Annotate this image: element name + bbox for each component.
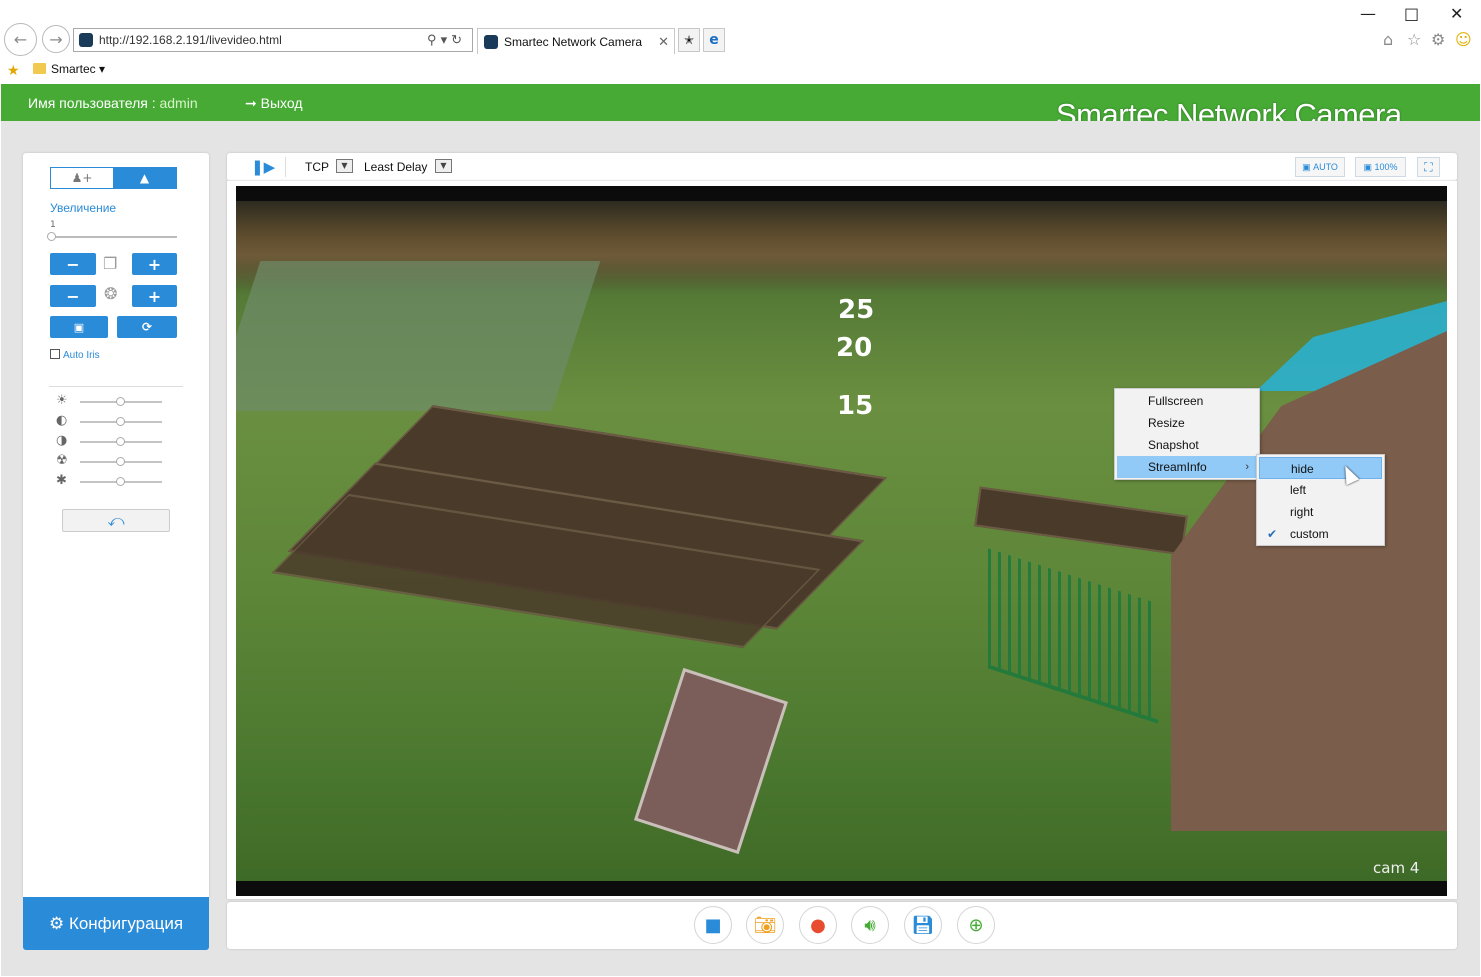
- contrast-slider[interactable]: ◐: [56, 413, 166, 429]
- close-tab-icon[interactable]: ✕: [658, 34, 669, 50]
- folder-icon: [33, 63, 46, 74]
- new-tab-button[interactable]: ✭: [678, 28, 700, 52]
- submenu-item-right[interactable]: right: [1259, 501, 1382, 523]
- edge-icon[interactable]: e: [703, 28, 725, 52]
- actual-size-button[interactable]: ▣ 100%: [1355, 157, 1406, 177]
- garden-bed: [974, 486, 1188, 556]
- home-icon[interactable]: ⌂: [1383, 30, 1393, 49]
- brightness-icon: ☀: [56, 393, 68, 408]
- focus-area-button[interactable]: ▣: [50, 316, 108, 338]
- focus-plus-button[interactable]: +: [132, 285, 177, 307]
- ptz-user-tab[interactable]: ♟+: [51, 168, 114, 188]
- forward-button[interactable]: →: [42, 25, 70, 53]
- search-refresh-icon[interactable]: ⚲▾↻: [427, 32, 466, 48]
- maximize-icon[interactable]: □: [1404, 4, 1419, 23]
- user-label: Имя пользователя : admin: [28, 95, 198, 111]
- save-disk-icon[interactable]: 💾︎: [904, 906, 942, 944]
- ptz-tabs: ♟+ ▲: [50, 167, 177, 189]
- menu-item-resize[interactable]: Resize: [1117, 412, 1257, 434]
- play-icon[interactable]: ❚▶: [251, 158, 275, 176]
- video-toolbar: ❚▶ TCP ▼ Least Delay ▼ ▣ AUTO ▣ 100% ⛶: [227, 153, 1457, 181]
- favorites-folder[interactable]: Smartec ▾: [51, 62, 105, 76]
- audio-speaker-icon[interactable]: 🔊︎: [851, 906, 889, 944]
- address-url: http://192.168.2.191/livevideo.html: [99, 33, 282, 47]
- minimize-icon[interactable]: —: [1360, 4, 1376, 23]
- streaminfo-submenu: hide left right ✔ custom: [1256, 454, 1385, 546]
- protocol-label: TCP: [305, 160, 329, 174]
- sharpness-icon: ✱: [56, 473, 67, 488]
- toolbar-separator: [285, 157, 286, 177]
- browser-tab[interactable]: Smartec Network Camera ✕: [477, 28, 675, 54]
- delay-select-icon[interactable]: ▼: [435, 159, 452, 173]
- zoom-window-icon: ❐: [103, 254, 118, 273]
- smiley-icon[interactable]: ☺: [1455, 30, 1472, 49]
- tab-favicon-icon: [484, 34, 498, 49]
- favorites-star-icon[interactable]: ☆: [1407, 30, 1421, 49]
- zoom-in-button[interactable]: +: [132, 253, 177, 275]
- zoom-slider-track[interactable]: [50, 236, 177, 238]
- digital-zoom-icon[interactable]: ⊕: [957, 906, 995, 944]
- zoom-slider-handle[interactable]: [47, 232, 56, 241]
- settings-gear-icon[interactable]: ⚙: [1431, 30, 1445, 49]
- auto-size-button[interactable]: ▣ AUTO: [1295, 157, 1345, 177]
- ptz-light-tab[interactable]: ▲: [113, 168, 176, 188]
- record-video-icon[interactable]: ●: [799, 906, 837, 944]
- one-push-focus-button[interactable]: ⟳: [117, 316, 177, 338]
- sharpness-slider[interactable]: ✱: [56, 473, 166, 489]
- zoom-out-button[interactable]: −: [50, 253, 96, 275]
- frost-patch: [236, 261, 601, 411]
- logout-link[interactable]: ➞ Выход: [245, 95, 303, 112]
- back-button[interactable]: ←: [4, 23, 37, 56]
- snapshot-camera-icon[interactable]: 📷︎: [746, 906, 784, 944]
- app-header: Имя пользователя : admin ➞ Выход Smartec…: [1, 84, 1480, 132]
- auto-iris-checkbox[interactable]: Auto Iris: [50, 349, 100, 361]
- favorites-bar: ★ Smartec ▾: [0, 58, 1481, 82]
- submenu-arrow-icon: ›: [1245, 461, 1249, 473]
- brightness-slider[interactable]: ☀: [56, 393, 166, 409]
- context-menu: Fullscreen Resize Snapshot StreamInfo ›: [1114, 388, 1260, 480]
- close-window-icon[interactable]: ✕: [1450, 4, 1463, 23]
- address-bar[interactable]: http://192.168.2.191/livevideo.html ⚲▾↻: [73, 28, 473, 52]
- camera-label: cam 4: [1373, 859, 1420, 877]
- stop-icon[interactable]: ■: [694, 906, 732, 944]
- zoom-value: 1: [50, 220, 56, 230]
- submenu-item-hide[interactable]: hide: [1259, 457, 1382, 479]
- osd-number: 15: [837, 391, 874, 421]
- osd-number: 25: [838, 295, 875, 325]
- fullscreen-icon[interactable]: ⛶: [1417, 157, 1440, 177]
- tab-title: Smartec Network Camera: [504, 34, 643, 49]
- focus-minus-button[interactable]: −: [50, 285, 96, 307]
- submenu-item-left[interactable]: left: [1259, 479, 1382, 501]
- reset-image-button[interactable]: ⤺: [62, 509, 170, 532]
- site-favicon-icon: [79, 33, 93, 47]
- saturation-slider[interactable]: ◑: [56, 433, 166, 449]
- delay-label: Least Delay: [364, 160, 428, 174]
- browser-chrome: ← → http://192.168.2.191/livevideo.html …: [0, 0, 1481, 84]
- protocol-select-icon[interactable]: ▼: [336, 159, 353, 173]
- playback-controls-bar: ■ 📷︎ ● 🔊︎ 💾︎ ⊕: [227, 902, 1457, 949]
- hue-icon: ☢: [56, 453, 68, 468]
- zoom-label: Увеличение: [50, 201, 117, 215]
- panel-divider: [49, 386, 183, 387]
- username: admin: [159, 95, 198, 111]
- submenu-item-custom[interactable]: ✔ custom: [1259, 523, 1382, 545]
- checkmark-icon: ✔: [1267, 527, 1278, 541]
- ptz-panel: ♟+ ▲ Увеличение 1 − ❐ + − ❂ + ▣ ⟳ Auto I…: [23, 153, 209, 899]
- hue-slider[interactable]: ☢: [56, 453, 166, 469]
- contrast-icon: ◐: [56, 413, 68, 428]
- wooden-plank: [633, 667, 789, 855]
- iris-icon: ❂: [104, 284, 118, 303]
- osd-number: 20: [836, 333, 873, 363]
- configuration-button[interactable]: ⚙︎ Конфигурация: [23, 897, 209, 950]
- add-favorite-icon[interactable]: ★: [7, 62, 20, 79]
- menu-item-streaminfo[interactable]: StreamInfo ›: [1117, 456, 1257, 478]
- green-fence: [988, 548, 1158, 724]
- saturation-icon: ◑: [56, 433, 68, 448]
- menu-item-fullscreen[interactable]: Fullscreen: [1117, 390, 1257, 412]
- menu-item-snapshot[interactable]: Snapshot: [1117, 434, 1257, 456]
